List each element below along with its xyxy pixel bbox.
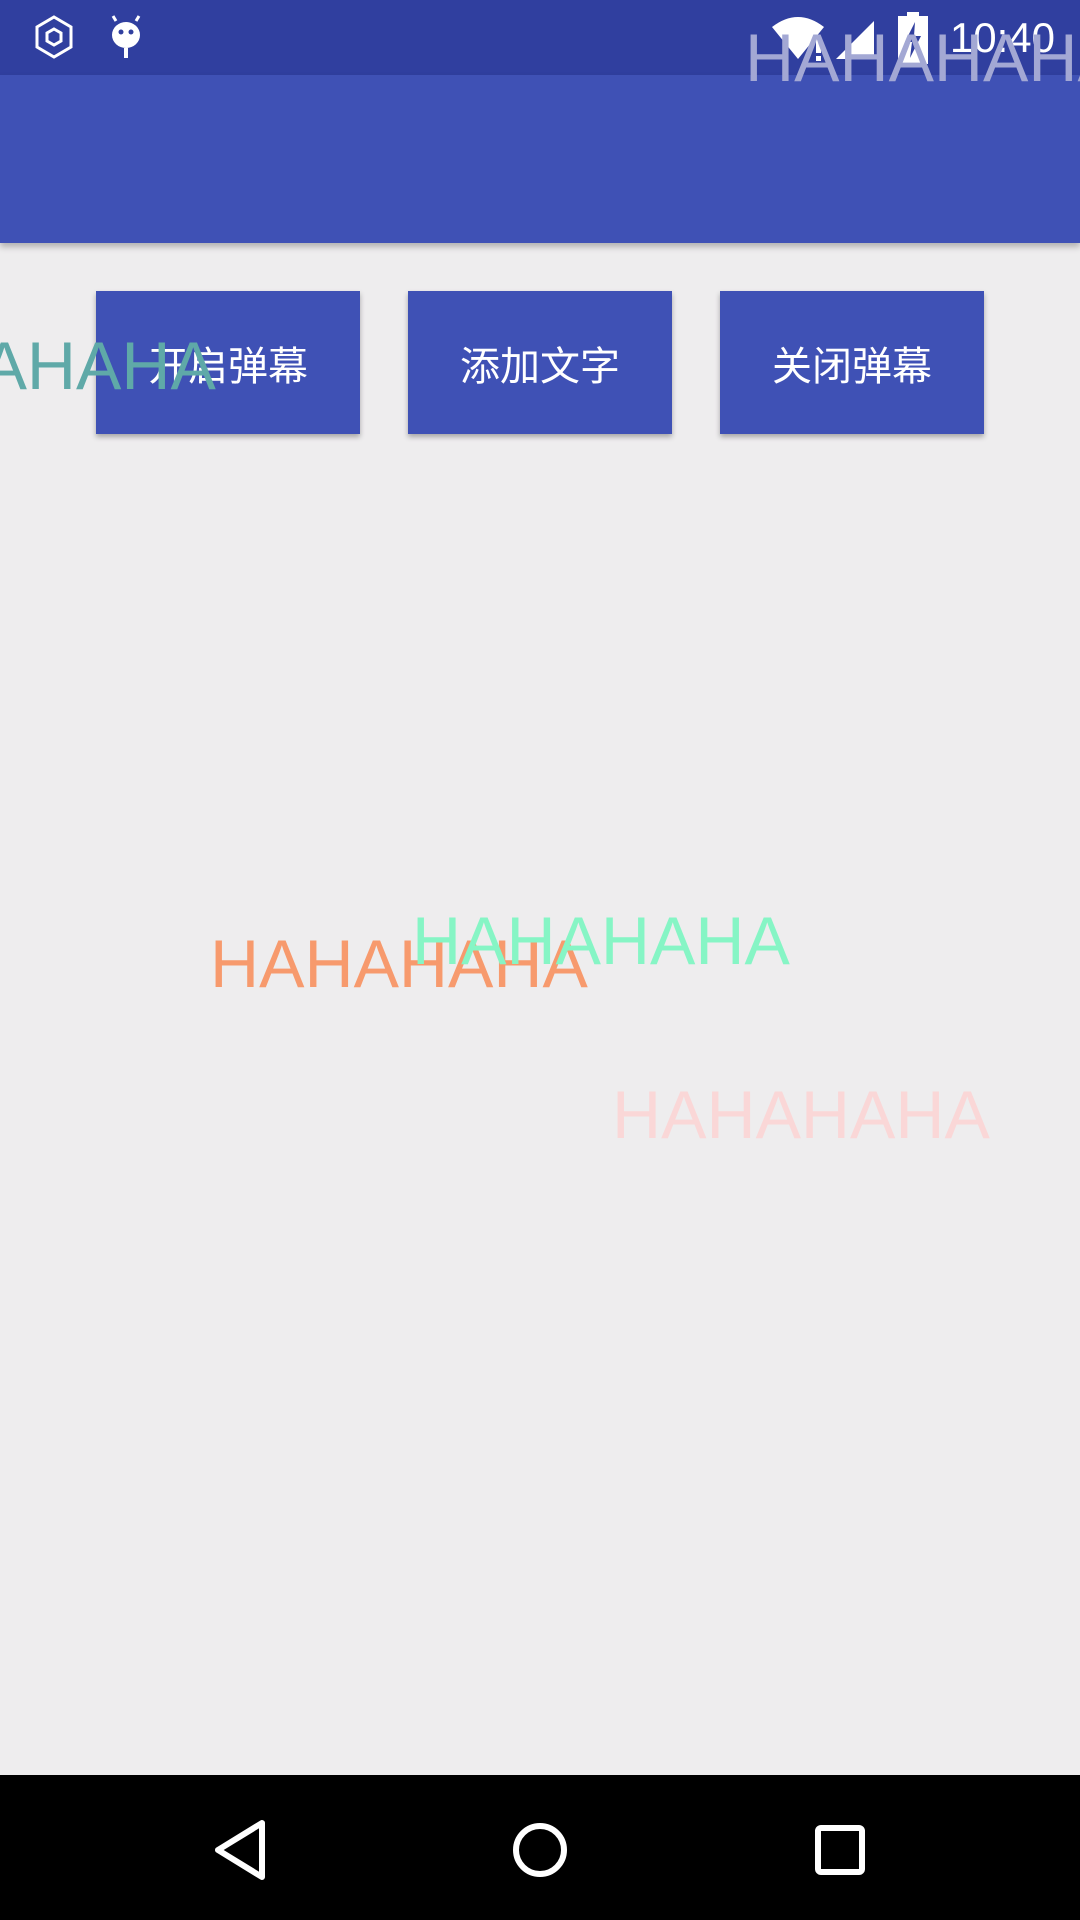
recents-button[interactable] bbox=[795, 1805, 885, 1895]
add-text-button[interactable]: 添加文字 bbox=[408, 291, 672, 434]
content-area bbox=[0, 243, 1080, 1775]
danmaku-text: HAHAHAHA bbox=[745, 20, 1080, 96]
close-danmaku-button[interactable]: 关闭弹幕 bbox=[720, 291, 984, 434]
settings-hexagon-icon bbox=[35, 15, 73, 59]
screen: 10:40 开启弹幕 添加文字 关闭弹幕 HAHAHAH A HAHA HAHA H… bbox=[0, 0, 1080, 1920]
recents-icon bbox=[815, 1825, 865, 1875]
android-debug-icon bbox=[111, 15, 141, 58]
app-bar bbox=[0, 75, 1080, 243]
danmaku-text: HAHAHAHA bbox=[612, 1077, 990, 1153]
home-button[interactable] bbox=[495, 1805, 585, 1895]
navigation-bar bbox=[0, 1775, 1080, 1920]
danmaku-text: HAHAHAHA bbox=[412, 903, 790, 979]
danmaku-text: HAHAHAHA bbox=[0, 328, 216, 404]
home-icon bbox=[513, 1823, 567, 1877]
back-icon bbox=[215, 1820, 265, 1880]
back-button[interactable] bbox=[195, 1805, 285, 1895]
